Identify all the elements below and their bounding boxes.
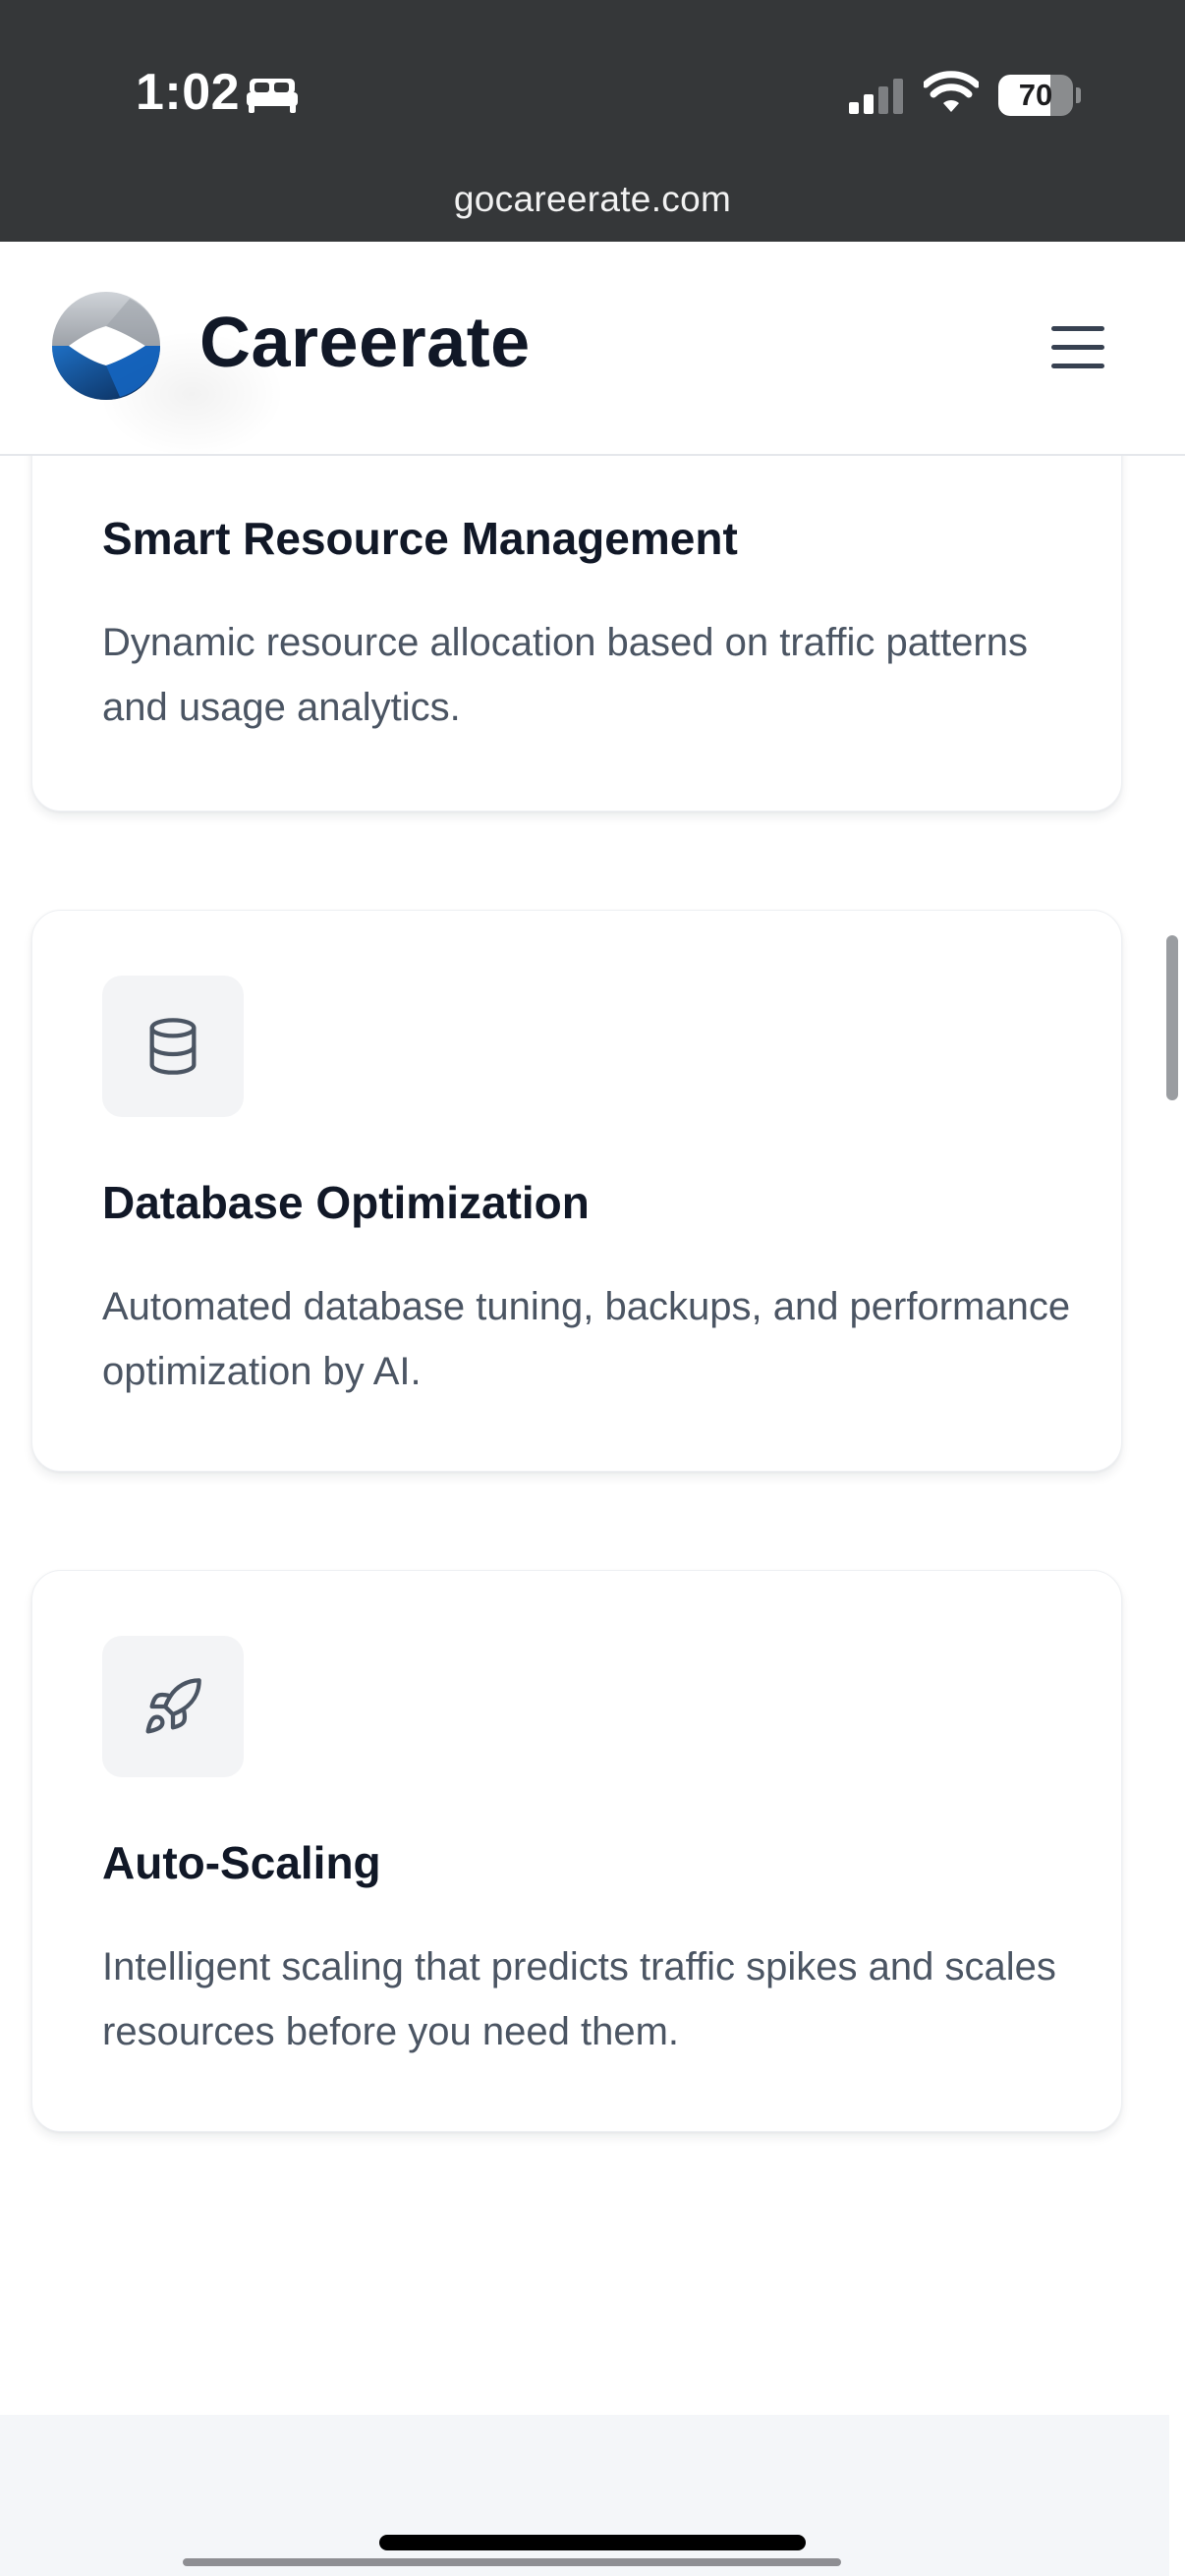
hamburger-menu-icon[interactable] [1045, 320, 1110, 375]
wifi-icon [924, 71, 979, 112]
rocket-icon [145, 1678, 201, 1734]
feature-title: Database Optimization [102, 1177, 590, 1228]
careerate-logo-icon[interactable] [51, 291, 161, 401]
feature-description: Intelligent scaling that predicts traffi… [102, 1945, 1056, 2053]
database-icon [149, 1018, 197, 1075]
browser-status-bar: 1:02 70 gocareerate.com [0, 0, 1185, 242]
screen: 1:02 70 gocareerate.com Careerate Smart … [0, 0, 1185, 2576]
brand-name[interactable]: Careerate [199, 303, 531, 383]
address-bar-url[interactable]: gocareerate.com [0, 179, 1185, 220]
home-indicator[interactable] [379, 2535, 806, 2550]
feature-card: Auto-Scaling Intelligent scaling that pr… [31, 1570, 1122, 2132]
browser-toolbar-edge [183, 2558, 841, 2566]
feature-description: Dynamic resource allocation based on tra… [102, 621, 1028, 729]
feature-icon-tile [102, 976, 244, 1117]
bed-icon [247, 79, 298, 113]
battery-level: 70 [1018, 78, 1053, 112]
status-time: 1:02 [136, 64, 241, 121]
feature-icon-tile [102, 1636, 244, 1777]
feature-card: Database Optimization Automated database… [31, 910, 1122, 1472]
site-header: Careerate [0, 242, 1185, 458]
feature-description: Automated database tuning, backups, and … [102, 1285, 1071, 1393]
footer-section [0, 2415, 1169, 2576]
page-scrollbar[interactable] [1166, 935, 1178, 1100]
feature-title: Smart Resource Management [102, 513, 738, 564]
battery-icon: 70 [998, 75, 1081, 116]
cellular-signal-icon [849, 79, 903, 114]
feature-title: Auto-Scaling [102, 1837, 381, 1888]
